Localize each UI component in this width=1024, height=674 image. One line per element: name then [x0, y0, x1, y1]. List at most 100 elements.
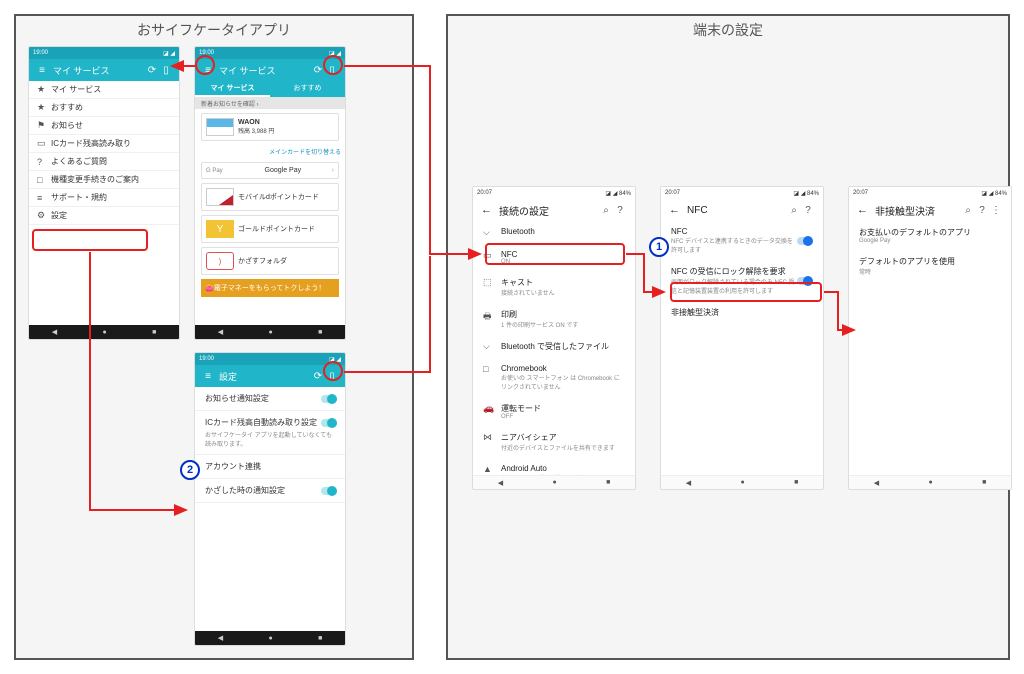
refresh-icon[interactable]: ⟳: [311, 371, 325, 382]
back-icon[interactable]: ◀: [498, 479, 503, 487]
status-bar: 20:07◪ ◢ 84%: [849, 187, 1011, 199]
recent-icon[interactable]: ■: [318, 635, 322, 642]
row-bt-files[interactable]: ⌵Bluetooth で受信したファイル: [473, 335, 635, 358]
row-bluetooth[interactable]: ⌵Bluetooth: [473, 221, 635, 244]
toggle-switch[interactable]: [321, 395, 337, 403]
drawer-my-service[interactable]: ★マイ サービス: [29, 81, 179, 99]
card-kazasu[interactable]: )かざすフォルダ: [201, 247, 339, 275]
row-nearby[interactable]: ⋈ニアバイシェア付近のデバイスとファイルを共有できます: [473, 426, 635, 458]
toggle-switch[interactable]: [797, 237, 813, 245]
toggle-switch[interactable]: [321, 419, 337, 427]
home-icon[interactable]: ●: [740, 479, 744, 486]
card-gpay[interactable]: G PayGoogle Pay›: [201, 162, 339, 179]
menu-icon[interactable]: ≡: [201, 371, 215, 382]
home-icon[interactable]: ●: [552, 479, 556, 486]
recent-icon[interactable]: ■: [152, 329, 156, 336]
tab-recommend[interactable]: おすすめ: [270, 81, 345, 97]
row-nfc-lock[interactable]: NFC の受信にロック解除を要求画面がロック解除されている場合のみ NFC 受信…: [661, 260, 823, 301]
home-icon[interactable]: ●: [268, 329, 272, 336]
search-icon[interactable]: ⌕: [961, 205, 975, 216]
search-icon[interactable]: ⌕: [599, 205, 613, 216]
tabs: マイ サービス おすすめ: [195, 81, 345, 97]
back-icon[interactable]: ◀: [52, 328, 57, 336]
bluetooth-icon: ⌵: [483, 227, 501, 238]
toggle-switch[interactable]: [797, 277, 813, 285]
row-nfc-toggle[interactable]: NFCNFC デバイスと連携するときのデータ交換を許可します: [661, 221, 823, 260]
switch-card-link[interactable]: メインカードを切り替える: [195, 145, 345, 158]
row-use-default[interactable]: デフォルトのアプリを使用常時: [849, 250, 1011, 282]
more-icon[interactable]: ⋮: [989, 205, 1003, 216]
card-gold[interactable]: Yゴールドポイントカード: [201, 215, 339, 243]
row-account-link[interactable]: アカウント連携: [195, 455, 345, 479]
flag-icon: ⚑: [37, 120, 51, 131]
gear-icon: ⚙: [37, 210, 51, 221]
home-icon[interactable]: ●: [268, 635, 272, 642]
help-icon[interactable]: ?: [975, 205, 989, 216]
android-navbar: ◀ ● ■: [849, 475, 1011, 489]
device-icon[interactable]: ▯: [325, 371, 339, 382]
drawer-settings[interactable]: ⚙設定: [29, 207, 179, 225]
row-cast[interactable]: ⬚キャスト接続されていません: [473, 271, 635, 303]
search-icon[interactable]: ⌕: [787, 205, 801, 216]
bluetooth-icon: ⌵: [483, 341, 501, 352]
toggle-switch[interactable]: [321, 487, 337, 495]
drawer-recommend[interactable]: ★おすすめ: [29, 99, 179, 117]
row-auto-read[interactable]: ICカード残高自動読み取り設定おサイフケータイ アプリを起動していなくても読み取…: [195, 411, 345, 455]
waon-logo-icon: [206, 118, 234, 136]
help-icon[interactable]: ?: [613, 205, 627, 216]
device-icon[interactable]: ▯: [159, 65, 173, 76]
cast-icon: ⬚: [483, 277, 501, 297]
menu-icon[interactable]: ≡: [201, 65, 215, 76]
dpoint-logo-icon: [206, 188, 234, 206]
list-icon: ≡: [37, 193, 51, 203]
gold-logo-icon: Y: [206, 220, 234, 238]
device-icon[interactable]: ▯: [325, 65, 339, 76]
help-icon: ?: [37, 157, 51, 167]
drawer-faq[interactable]: ?よくあるご質問: [29, 153, 179, 171]
promo-banner[interactable]: 👛電子マネーをもらってトクしよう！: [201, 279, 339, 297]
row-notify[interactable]: お知らせ通知設定: [195, 387, 345, 411]
drawer-news[interactable]: ⚑お知らせ: [29, 117, 179, 135]
panel-title-right: 端末の設定: [448, 16, 1008, 44]
panel-device-settings: 端末の設定 20:07◪ ◢ 84% ←接続の設定⌕? ⌵Bluetooth ▭…: [446, 14, 1010, 660]
recent-icon[interactable]: ■: [318, 329, 322, 336]
tab-myservice[interactable]: マイ サービス: [195, 81, 270, 97]
card-dpoint[interactable]: モバイルdポイントカード: [201, 183, 339, 211]
menu-icon[interactable]: ≡: [35, 65, 49, 76]
home-icon[interactable]: ●: [928, 479, 932, 486]
back-arrow-icon[interactable]: ←: [857, 204, 871, 216]
android-navbar: ◀ ● ■: [661, 475, 823, 489]
drawer-migration[interactable]: □機種変更手続きのご案内: [29, 171, 179, 189]
card-icon: ▭: [37, 138, 51, 149]
recent-icon[interactable]: ■: [794, 479, 798, 486]
row-kazashita-notify[interactable]: かざした時の通知設定: [195, 479, 345, 503]
card-waon[interactable]: WAON残高 3,988 円: [201, 113, 339, 141]
recent-icon[interactable]: ■: [606, 479, 610, 486]
row-nfc[interactable]: ▭NFCON: [473, 244, 635, 271]
refresh-icon[interactable]: ⟳: [145, 65, 159, 76]
appbar-title: マイ サービス: [49, 64, 145, 77]
refresh-icon[interactable]: ⟳: [311, 65, 325, 76]
row-driving[interactable]: 🚗運転モードOFF: [473, 397, 635, 426]
phone-drawer: 19:00◪ ◢ ≡ マイ サービス ⟳ ▯ ★マイ サービス ★おすすめ ⚑お…: [28, 46, 180, 340]
news-banner[interactable]: 新着お知らせを確認 ›: [195, 97, 345, 109]
row-print[interactable]: 🖶印刷1 件の印刷サービス ON です: [473, 303, 635, 335]
row-contactless[interactable]: 非接触型決済: [661, 301, 823, 324]
row-default-app[interactable]: お支払いのデフォルトのアプリGoogle Pay: [849, 221, 1011, 250]
back-arrow-icon[interactable]: ←: [481, 204, 495, 216]
recent-icon[interactable]: ■: [982, 479, 986, 486]
back-arrow-icon[interactable]: ←: [669, 204, 683, 216]
android-navbar: ◀ ● ■: [29, 325, 179, 339]
settings-bar: ←NFC⌕?: [661, 199, 823, 221]
row-chromebook[interactable]: □Chromebookお使いの スマートフォン は Chromebook にリン…: [473, 358, 635, 397]
back-icon[interactable]: ◀: [686, 479, 691, 487]
drawer-ic-read[interactable]: ▭ICカード残高読み取り: [29, 135, 179, 153]
back-icon[interactable]: ◀: [218, 328, 223, 336]
back-icon[interactable]: ◀: [874, 479, 879, 487]
panel-title-left: おサイフケータイアプリ: [16, 16, 412, 44]
home-icon[interactable]: ●: [102, 329, 106, 336]
drawer-support[interactable]: ≡サポート・規約: [29, 189, 179, 207]
appbar-title: 設定: [215, 370, 311, 383]
help-icon[interactable]: ?: [801, 205, 815, 216]
back-icon[interactable]: ◀: [218, 634, 223, 642]
